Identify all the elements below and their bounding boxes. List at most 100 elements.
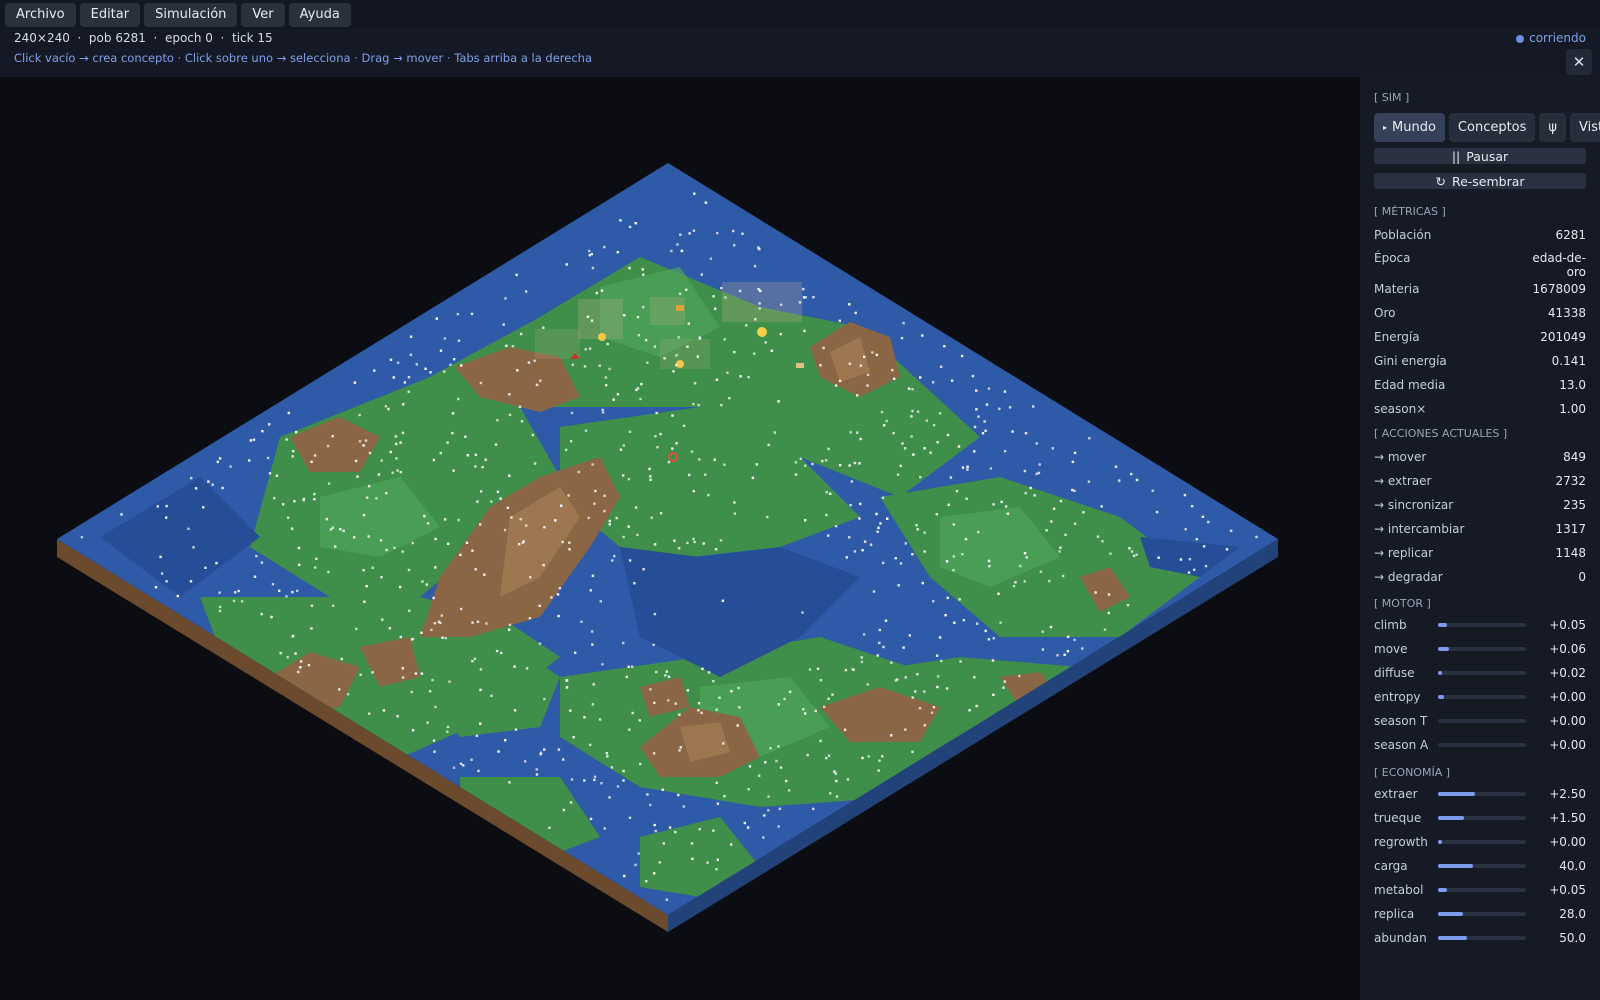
slider-track[interactable]	[1438, 816, 1526, 820]
pause-button[interactable]: || Pausar	[1374, 148, 1586, 164]
slider-row-replica: replica 28.0	[1374, 902, 1586, 926]
metric-label: Edad media	[1374, 378, 1446, 392]
metric-value: 41338	[1547, 306, 1586, 320]
slider-track[interactable]	[1438, 912, 1526, 916]
slider-label: metabol	[1374, 883, 1424, 897]
usage-hint: Click vacío → crea concepto · Click sobr…	[14, 51, 592, 65]
slider-track[interactable]	[1438, 743, 1526, 747]
menu-ayuda[interactable]: Ayuda	[288, 2, 351, 27]
slider-track[interactable]	[1438, 719, 1526, 723]
slider-fill	[1438, 671, 1442, 675]
reseed-icon: ↻	[1435, 173, 1446, 189]
slider-label: season T	[1374, 714, 1428, 728]
slider-value: +2.50	[1549, 787, 1586, 801]
metric-label: → intercambiar	[1374, 522, 1465, 536]
metrics-list: Población 6281 Época edad-de- oro Materia 167…	[1374, 223, 1586, 421]
reseed-label: Re-sembrar	[1451, 173, 1525, 189]
menu-ver[interactable]: Ver	[241, 2, 285, 27]
run-status: corriendo	[1516, 29, 1586, 48]
metric-value: 0.141	[1551, 354, 1586, 368]
metric-row: season× 1.00	[1374, 397, 1586, 421]
tab-vista[interactable]: Vista	[1570, 113, 1600, 142]
slider-value: +0.00	[1549, 690, 1586, 704]
slider-value: 50.0	[1559, 931, 1586, 945]
slider-value: +0.05	[1549, 883, 1586, 897]
slider-fill	[1438, 888, 1447, 892]
menu-bar: Archivo Editar Simulación Ver Ayuda	[0, 0, 1600, 29]
slider-label: entropy	[1374, 690, 1421, 704]
concept-marker-sun[interactable]	[598, 333, 606, 341]
slider-track[interactable]	[1438, 864, 1526, 868]
concept-marker-hut[interactable]	[796, 363, 804, 368]
slider-row-diffuse: diffuse +0.02	[1374, 661, 1586, 685]
metric-value: 235	[1563, 498, 1586, 512]
slider-row-move: move +0.06	[1374, 637, 1586, 661]
slider-track[interactable]	[1438, 792, 1526, 796]
slider-track[interactable]	[1438, 671, 1526, 675]
metric-row: Época edad-de- oro	[1374, 247, 1586, 279]
slider-value: +0.00	[1549, 835, 1586, 849]
slider-row-regrowth: regrowth +0.00	[1374, 830, 1586, 854]
slider-track[interactable]	[1438, 623, 1526, 627]
slider-label: climb	[1374, 618, 1407, 632]
motor-sliders: climb +0.05 move +0.06 diffuse +0.02 entropy +0…	[1374, 613, 1586, 757]
tab-conceptos[interactable]: Conceptos	[1448, 113, 1536, 142]
metric-label: Materia	[1374, 282, 1420, 296]
slider-fill	[1438, 816, 1465, 820]
tab-psi[interactable]: ψ	[1539, 113, 1566, 142]
section-metrics-title: [ MÉTRICAS ]	[1374, 205, 1446, 218]
slider-fill	[1438, 647, 1449, 651]
menu-editar[interactable]: Editar	[79, 2, 141, 27]
metric-value: 1148	[1555, 546, 1586, 560]
slider-track[interactable]	[1438, 888, 1526, 892]
slider-row-trueque: trueque +1.50	[1374, 806, 1586, 830]
metric-label: → replicar	[1374, 546, 1434, 560]
menu-archivo[interactable]: Archivo	[5, 2, 76, 27]
metric-label: Oro	[1374, 306, 1396, 320]
concept-marker-star[interactable]	[757, 327, 767, 337]
section-sim-title: [ SIM ]	[1374, 91, 1410, 104]
metric-row: Materia 1678009	[1374, 277, 1586, 301]
world-stats: 240×240 · pob 6281 · epoch 0 · tick 15	[14, 31, 273, 45]
slider-track[interactable]	[1438, 840, 1526, 844]
slider-track[interactable]	[1438, 647, 1526, 651]
slider-fill	[1438, 864, 1474, 868]
side-panel: [ SIM ] ▸ Mundo Conceptos ψ Vista || Pau…	[1360, 77, 1600, 1000]
section-motor-title: [ MOTOR ]	[1374, 597, 1431, 610]
menu-simulacion[interactable]: Simulación	[144, 2, 238, 27]
slider-value: +0.00	[1549, 714, 1586, 728]
run-status-label: corriendo	[1529, 31, 1586, 45]
metric-label: → extraer	[1374, 474, 1432, 488]
metric-row: → sincronizar 235	[1374, 493, 1586, 517]
world-viewport[interactable]	[0, 77, 1360, 1000]
metric-value: 6281	[1555, 228, 1586, 242]
metric-value: edad-de- oro	[1532, 251, 1586, 279]
metric-label: → sincronizar	[1374, 498, 1454, 512]
active-tab-marker-icon: ▸	[1383, 123, 1388, 132]
pause-icon: ||	[1451, 148, 1461, 164]
slider-track[interactable]	[1438, 936, 1526, 940]
slider-fill	[1438, 623, 1447, 627]
metric-value: 0	[1578, 570, 1586, 584]
status-bar: 240×240 · pob 6281 · epoch 0 · tick 15 C…	[0, 29, 1600, 77]
section-economy-title: [ ECONOMÍA ]	[1374, 766, 1451, 779]
metric-row: Población 6281	[1374, 223, 1586, 247]
concept-marker-hut[interactable]	[676, 305, 684, 311]
pause-label: Pausar	[1466, 148, 1509, 164]
actions-list: → mover 849 → extraer 2732 → sincronizar 235 →…	[1374, 445, 1586, 589]
close-panel-button[interactable]: ✕	[1566, 49, 1592, 75]
metric-row: → replicar 1148	[1374, 541, 1586, 565]
tab-mundo-label: Mundo	[1392, 120, 1436, 135]
metric-value: 2732	[1555, 474, 1586, 488]
metric-row: Gini energía 0.141	[1374, 349, 1586, 373]
reseed-button[interactable]: ↻ Re-sembrar	[1374, 173, 1586, 189]
slider-label: abundan	[1374, 931, 1427, 945]
isometric-world-map[interactable]	[0, 77, 1360, 1000]
panel-tabs: ▸ Mundo Conceptos ψ Vista	[1374, 113, 1600, 142]
slider-row-carga: carga 40.0	[1374, 854, 1586, 878]
tab-mundo[interactable]: ▸ Mundo	[1374, 113, 1445, 142]
metric-label: → mover	[1374, 450, 1427, 464]
slider-track[interactable]	[1438, 695, 1526, 699]
slider-row-entropy: entropy +0.00	[1374, 685, 1586, 709]
metric-label: Gini energía	[1374, 354, 1447, 368]
